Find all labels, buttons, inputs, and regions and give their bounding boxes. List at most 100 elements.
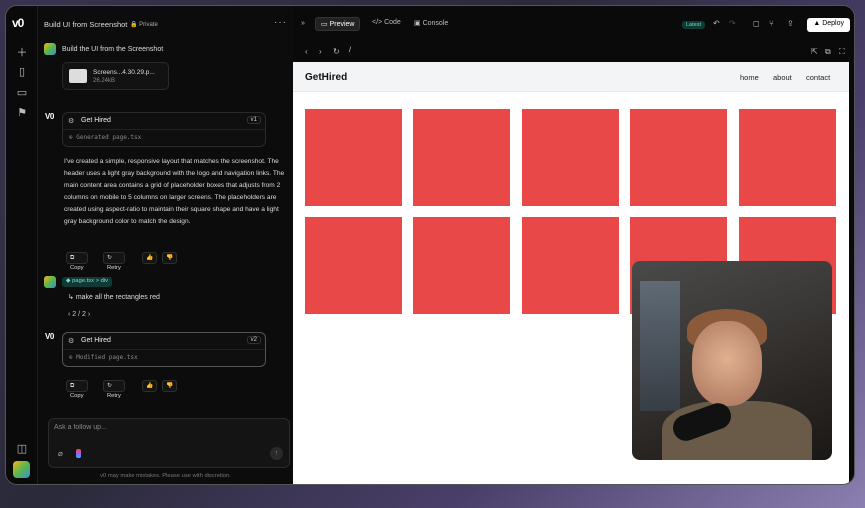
site-logo[interactable]: GetHired bbox=[305, 72, 347, 83]
sidebar-icon[interactable]: ◫ bbox=[15, 442, 29, 455]
flag-icon[interactable]: ⚑ bbox=[15, 106, 29, 119]
paperclip-icon[interactable]: ⌀ bbox=[58, 449, 63, 458]
back-icon[interactable]: ‹ bbox=[305, 47, 308, 56]
placeholder-box bbox=[522, 109, 619, 206]
preview-toolbar: » ▭ Preview </> Code ▣ Console Latest ↶ … bbox=[293, 6, 854, 42]
copy-label-2: Copy bbox=[70, 393, 84, 399]
image-icon bbox=[69, 69, 87, 83]
webcam-person-face bbox=[692, 321, 762, 406]
book-icon[interactable]: ▯ bbox=[15, 65, 29, 78]
generated-file-label: Generated page.tsx bbox=[76, 134, 142, 141]
deploy-button[interactable]: ▲ Deploy bbox=[807, 18, 850, 32]
user-message-2: ↳ make all the rectangles red bbox=[68, 294, 160, 301]
tab-console-label: Console bbox=[422, 20, 449, 27]
collapse-icon[interactable]: » bbox=[301, 20, 305, 27]
deploy-label: Deploy bbox=[822, 20, 844, 27]
refresh-icon[interactable]: ↻ bbox=[333, 47, 340, 56]
chat-panel: Build UI from Screenshot 🔒 Private ··· B… bbox=[38, 6, 293, 484]
send-button[interactable]: ↑ bbox=[270, 447, 283, 460]
user-avatar-2 bbox=[44, 276, 56, 288]
version-pager[interactable]: ‹ 2 / 2 › bbox=[68, 311, 90, 318]
generation-card-v2[interactable]: ⚙ Get Hired v2 ⊕ Modified page.tsx bbox=[62, 332, 266, 367]
open-new-icon[interactable]: ⧉ bbox=[825, 47, 831, 57]
select-element-icon[interactable]: ⇱ bbox=[811, 47, 818, 56]
copy-label: Copy bbox=[70, 265, 84, 271]
thumbs-down-icon[interactable]: 👎 bbox=[162, 252, 178, 264]
more-icon[interactable]: ··· bbox=[274, 17, 287, 28]
thumbs-down-icon-2[interactable]: 👎 bbox=[162, 380, 178, 392]
tab-preview[interactable]: ▭ Preview bbox=[315, 17, 361, 31]
branch-icon[interactable]: ⑂ bbox=[769, 19, 774, 28]
placeholder-box bbox=[630, 109, 727, 206]
nav-about[interactable]: about bbox=[773, 73, 792, 82]
nav-home[interactable]: home bbox=[740, 73, 759, 82]
thumbs-up-icon-2[interactable]: 👍 bbox=[142, 380, 158, 392]
screenshot-attachment[interactable]: Screens...4.30.29.p... 26.24kB bbox=[62, 62, 169, 90]
site-header: GetHired home about contact bbox=[293, 62, 849, 92]
version-badge: v1 bbox=[246, 116, 261, 124]
breadcrumb-label: page.tsx > div bbox=[72, 278, 109, 284]
chat-header: Build UI from Screenshot 🔒 Private ··· bbox=[38, 6, 293, 38]
placeholder-box bbox=[413, 109, 510, 206]
assistant-description: I've created a simple, responsive layout… bbox=[64, 158, 285, 225]
generation-card-header: ⚙ Get Hired v1 bbox=[63, 113, 265, 130]
plus-icon[interactable]: ＋ bbox=[15, 44, 29, 60]
v0-logo[interactable]: v0 bbox=[12, 16, 24, 30]
thumbs-up-icon[interactable]: 👍 bbox=[142, 252, 158, 264]
placeholder-box bbox=[413, 217, 510, 314]
generation-card-body: ⊕ Generated page.tsx bbox=[63, 130, 265, 146]
placeholder-box bbox=[305, 109, 402, 206]
element-breadcrumb[interactable]: ◆ page.tsx > div bbox=[62, 277, 113, 287]
user-message-2-text: make all the rectangles red bbox=[75, 294, 160, 301]
forward-icon[interactable]: › bbox=[319, 47, 322, 56]
latest-badge: Latest bbox=[682, 21, 705, 29]
private-badge: 🔒 Private bbox=[130, 22, 158, 28]
generation-card-v1[interactable]: ⚙ Get Hired v1 ⊕ Generated page.tsx bbox=[62, 112, 266, 147]
disclaimer: v0 may make mistakes. Please use with di… bbox=[100, 473, 231, 479]
folder-icon[interactable]: ▭ bbox=[15, 86, 29, 99]
redo-icon[interactable]: ↷ bbox=[729, 19, 736, 28]
generation-name-2: Get Hired bbox=[81, 337, 111, 344]
attachment-size: 26.24kB bbox=[93, 78, 116, 84]
nav-contact[interactable]: contact bbox=[806, 73, 830, 82]
generated-file: ⊕ Generated page.tsx bbox=[69, 134, 142, 141]
tab-preview-label: Preview bbox=[329, 21, 355, 28]
retry-button[interactable]: ↻ Retry bbox=[103, 252, 125, 271]
chat-title[interactable]: Build UI from Screenshot bbox=[44, 20, 127, 29]
follow-up-input[interactable] bbox=[54, 424, 254, 431]
tab-code-label: Code bbox=[384, 19, 401, 26]
retry-label-2: Retry bbox=[107, 393, 121, 399]
user-message-1: Build the UI from the Screenshot bbox=[62, 46, 164, 53]
figma-icon[interactable] bbox=[76, 449, 81, 458]
modified-file: ⊕ Modified page.tsx bbox=[69, 354, 138, 361]
v0-assistant-icon: V0 bbox=[45, 112, 54, 121]
placeholder-box bbox=[305, 217, 402, 314]
tab-code[interactable]: </> Code bbox=[367, 17, 406, 31]
private-label: Private bbox=[139, 22, 158, 28]
copy-button[interactable]: ⧉ Copy bbox=[66, 252, 88, 271]
url-path[interactable]: / bbox=[349, 47, 351, 54]
placeholder-box bbox=[522, 217, 619, 314]
github-icon[interactable]: ◻ bbox=[753, 19, 760, 28]
webcam-window-bg bbox=[640, 281, 680, 411]
generation-card-header-2: ⚙ Get Hired v2 bbox=[63, 333, 265, 350]
gear-icon: ⚙ bbox=[68, 118, 75, 125]
share-icon[interactable]: ⇪ bbox=[787, 19, 794, 28]
retry-label: Retry bbox=[107, 265, 121, 271]
v0-assistant-icon-2: V0 bbox=[45, 332, 54, 341]
modified-file-label: Modified page.tsx bbox=[76, 354, 138, 361]
tab-console[interactable]: ▣ Console bbox=[409, 17, 453, 31]
user-avatar[interactable] bbox=[13, 461, 30, 478]
copy-button-2[interactable]: ⧉ Copy bbox=[66, 380, 88, 399]
generation-name: Get Hired bbox=[81, 117, 111, 124]
retry-button-2[interactable]: ↻ Retry bbox=[103, 380, 125, 399]
generation-card-body-2: ⊕ Modified page.tsx bbox=[63, 350, 265, 366]
attachment-name: Screens...4.30.29.p... bbox=[93, 69, 155, 76]
placeholder-box bbox=[739, 109, 836, 206]
follow-up-box: ⌀ ↑ bbox=[48, 418, 290, 468]
user-avatar-1 bbox=[44, 43, 56, 55]
undo-icon[interactable]: ↶ bbox=[713, 19, 720, 28]
url-bar: ‹ › ↻ / ⇱ ⧉ ⛶ bbox=[293, 42, 854, 62]
fullscreen-icon[interactable]: ⛶ bbox=[839, 47, 845, 57]
pager-label: 2 / 2 bbox=[72, 311, 86, 318]
